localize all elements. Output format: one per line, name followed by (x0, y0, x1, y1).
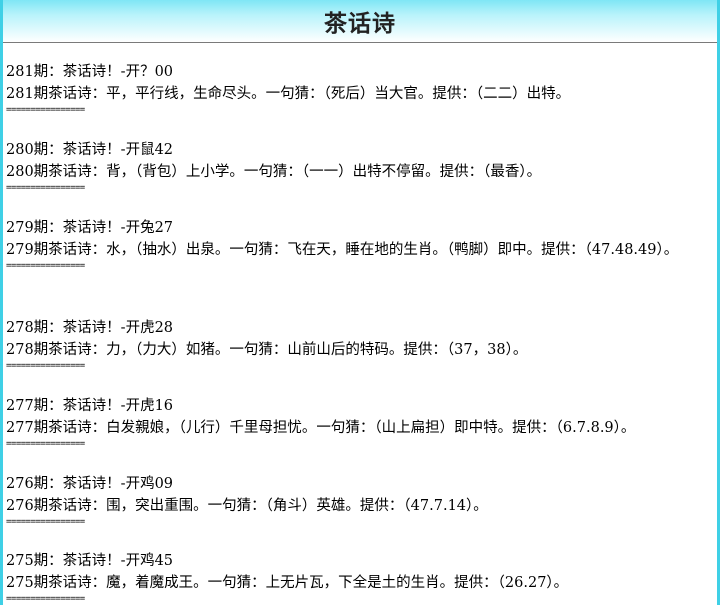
separator: ================ (6, 183, 85, 193)
separator: ================ (6, 517, 85, 527)
entry-275: 275期：茶话诗！-开鸡45 275期茶话诗：魔，着魔成王。一句猜：上无片瓦，下… (6, 550, 717, 604)
entry-277: 277期：茶话诗！-开虎16 277期茶话诗：白发親娘，（儿行）千里母担忧。一句… (6, 395, 717, 449)
entry-body: 279期茶话诗：水，（抽水）出泉。一句猜：飞在天，睡在地的生肖。（鸭脚）即中。提… (6, 242, 679, 258)
page-frame: 茶话诗 281期：茶话诗！-开？00 281期茶话诗：平，平行线，生命尽头。一句… (0, 0, 720, 605)
page-title: 茶话诗 (324, 11, 396, 37)
entry-280: 280期：茶话诗！-开鼠42 280期茶话诗：背，（背包）上小学。一句猜：（一一… (6, 139, 717, 193)
entry-body: 280期茶话诗：背，（背包）上小学。一句猜：（一一）出特不停留。提供：（最香）。 (6, 164, 542, 180)
entry-heading: 275期：茶话诗！-开鸡45 (6, 553, 174, 569)
header-bar: 茶话诗 (3, 0, 717, 43)
entry-276: 276期：茶话诗！-开鸡09 276期茶话诗：围，突出重围。一句猜：（角斗）英雄… (6, 473, 717, 527)
entry-heading: 280期：茶话诗！-开鼠42 (6, 142, 174, 158)
entry-heading: 276期：茶话诗！-开鸡09 (6, 476, 174, 492)
entry-body: 278期茶话诗：力，（力大）如猪。一句猜：山前山后的特码。提供：（37，38）。 (6, 342, 528, 358)
entry-281: 281期：茶话诗！-开？00 281期茶话诗：平，平行线，生命尽头。一句猜：（死… (6, 61, 717, 115)
separator: ================ (6, 594, 85, 604)
entry-body: 275期茶话诗：魔，着魔成王。一句猜：上无片瓦，下全是土的生肖。提供：（26.2… (6, 575, 569, 591)
entry-heading: 281期：茶话诗！-开？00 (6, 64, 174, 80)
entry-heading: 277期：茶话诗！-开虎16 (6, 398, 174, 414)
entry-278: 278期：茶话诗！-开虎28 278期茶话诗：力，（力大）如猪。一句猜：山前山后… (6, 317, 717, 371)
entry-heading: 279期：茶话诗！-开兔27 (6, 220, 174, 236)
separator: ================ (6, 105, 85, 115)
entry-body: 277期茶话诗：白发親娘，（儿行）千里母担忧。一句猜：（山上扁担）即中特。提供：… (6, 420, 636, 436)
separator: ================ (6, 361, 85, 371)
entry-279: 279期：茶话诗！-开兔27 279期茶话诗：水，（抽水）出泉。一句猜：飞在天，… (6, 217, 717, 271)
entry-heading: 278期：茶话诗！-开虎28 (6, 320, 174, 336)
entry-body: 281期茶话诗：平，平行线，生命尽头。一句猜：（死后）当大官。提供：（二二）出特… (6, 86, 571, 102)
separator: ================ (6, 439, 85, 449)
separator: ================ (6, 261, 85, 271)
entry-body: 276期茶话诗：围，突出重围。一句猜：（角斗）英雄。提供：（47.7.14）。 (6, 498, 488, 514)
